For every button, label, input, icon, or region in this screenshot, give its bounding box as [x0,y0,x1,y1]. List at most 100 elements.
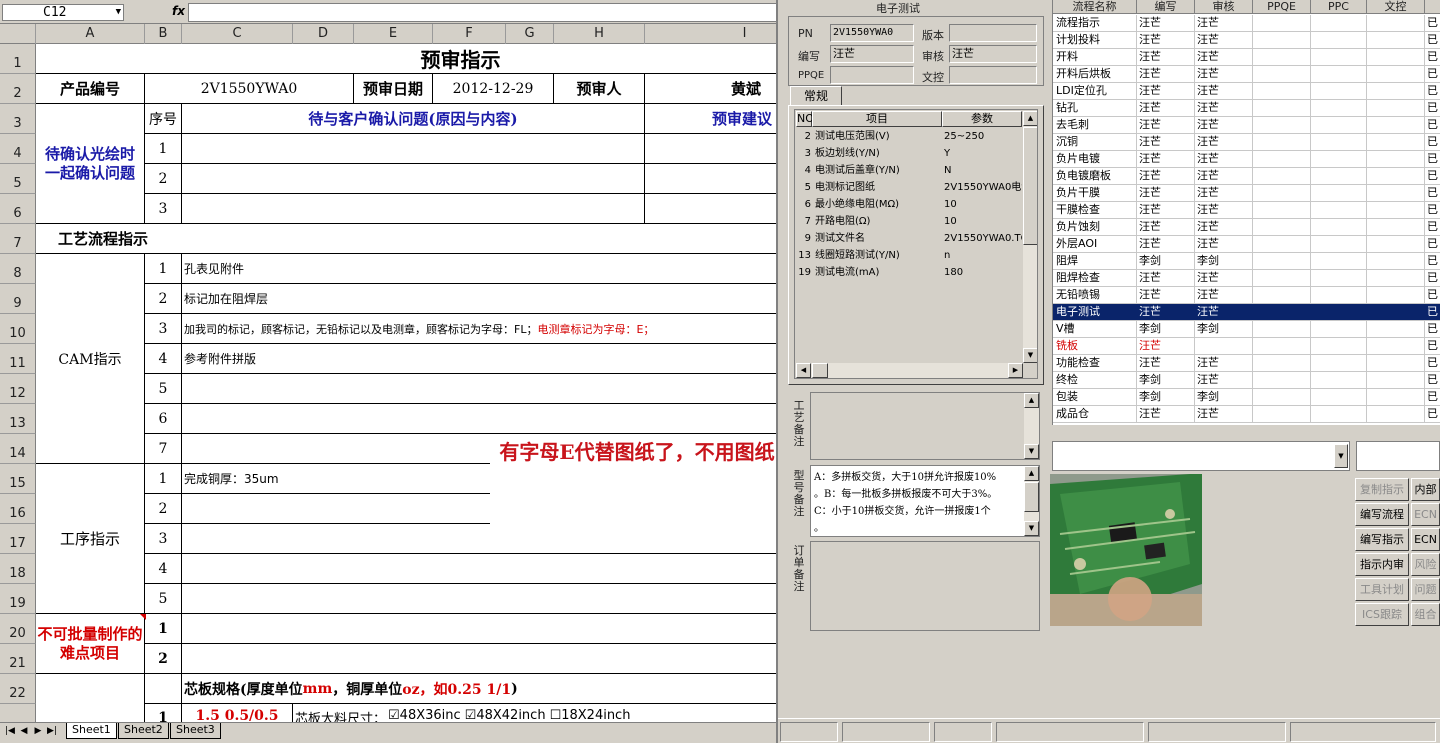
step-item[interactable] [182,584,776,614]
scroll-up-icon[interactable]: ▲ [1024,466,1039,481]
row-header[interactable]: 1 [0,44,36,74]
checkbox-checked-icon[interactable]: ☑ [465,708,477,723]
checkbox-checked-icon[interactable]: ☑ [388,708,400,723]
seq-cell[interactable]: 4 [145,554,182,584]
list-item[interactable]: 成品仓 汪芒 汪芒已 [1053,406,1440,423]
row-header[interactable]: 6 [0,194,36,224]
seq-cell[interactable]: 2 [145,494,182,524]
scroll-right-icon[interactable]: ▶ [1008,363,1023,378]
cam-item[interactable] [182,374,776,404]
row-header[interactable]: 9 [0,284,36,314]
param-row[interactable]: 13 线圈短路测试(Y/N) n [795,247,1027,264]
param-row[interactable]: 6 最小绝缘电阻(MΩ) 10 [795,196,1027,213]
list-item[interactable]: 计划投料 汪芒 汪芒已 [1053,32,1440,49]
cam-item[interactable]: 孔表见附件 [182,254,776,284]
row-header[interactable]: 8 [0,254,36,284]
product-no-label[interactable]: 产品编号 [36,74,145,104]
action-button[interactable]: 指示内审 [1355,553,1409,576]
issue-cell[interactable] [182,164,645,194]
action-button[interactable]: 工具计划 [1355,578,1409,601]
select-all-corner[interactable] [0,24,36,44]
list-item[interactable]: 负片蚀刻 汪芒 汪芒已 [1053,219,1440,236]
ppqe-field[interactable] [830,66,914,84]
row-header[interactable]: 12 [0,374,36,404]
row-header[interactable]: 22 [0,674,36,704]
action-button[interactable]: ICS跟踪 [1355,603,1409,626]
col-header-ppqe[interactable]: PPQE [1253,0,1311,14]
seq-header[interactable]: 序号 [145,104,182,134]
author-field[interactable]: 汪芒 [830,45,914,63]
vertical-scrollbar[interactable]: ▲ ▼ [1023,111,1037,363]
action-button[interactable]: 编写流程 [1355,503,1409,526]
customer-issue-header[interactable]: 待与客户确认问题(原因与内容) [182,104,645,134]
row-header[interactable]: 7 [0,224,36,254]
column-header[interactable]: F [433,24,506,44]
step-item[interactable] [182,554,776,584]
list-item[interactable]: 负片电镀 汪芒 汪芒已 [1053,151,1440,168]
list-item[interactable]: 阻焊检查 汪芒 汪芒已 [1053,270,1440,287]
row-header[interactable]: 20 [0,614,36,644]
process-combo[interactable]: ▼ [1052,441,1350,471]
col-param-header[interactable]: 参数 [942,111,1022,127]
issue-cell[interactable] [182,194,645,224]
tab-general[interactable]: 常规 [790,86,842,106]
column-header[interactable]: A [36,24,145,44]
confirm-section-label[interactable]: 待确认光绘时一起确认问题 [36,104,145,224]
seq-cell[interactable]: 2 [145,164,182,194]
list-item[interactable]: 负电镀磨板 汪芒 汪芒已 [1053,168,1440,185]
cam-item[interactable] [182,404,776,434]
seq-cell[interactable]: 3 [145,524,182,554]
row-header[interactable]: 2 [0,74,36,104]
action-button[interactable]: ECN [1411,528,1440,551]
seq-cell[interactable]: 1 [145,704,182,724]
version-field[interactable] [949,24,1037,42]
row-header[interactable]: 4 [0,134,36,164]
core-size-cell[interactable]: 芯板大料尺寸： ☑ 48X36inc ☑ 48X42inch ☐ 18X24inch [293,704,776,724]
list-item[interactable]: 开料后烘板 汪芒 汪芒已 [1053,66,1440,83]
param-row[interactable]: 4 电测试后盖章(Y/N) N [795,162,1027,179]
list-item[interactable]: 无铅喷锡 汪芒 汪芒已 [1053,287,1440,304]
row-header[interactable]: 21 [0,644,36,674]
list-item[interactable]: 沉铜 汪芒 汪芒已 [1053,134,1440,151]
row-header[interactable]: 13 [0,404,36,434]
cam-item[interactable]: 加我司的标记，顾客标记，无铅标记以及电测章，顾客标记为字母：FL； 电测章标记为字… [182,314,776,344]
list-item[interactable]: 外层AOI 汪芒 汪芒已 [1053,236,1440,253]
scroll-down-icon[interactable]: ▼ [1024,444,1039,459]
list-item[interactable]: 负片干膜 汪芒 汪芒已 [1053,185,1440,202]
column-header[interactable]: G [506,24,554,44]
list-item[interactable]: 去毛刺 汪芒 汪芒已 [1053,117,1440,134]
suggest-cell[interactable] [645,194,776,224]
action-button[interactable]: 编写指示 [1355,528,1409,551]
sheet-title[interactable]: 预审指示 [36,44,776,74]
list-item[interactable]: LDI定位孔 汪芒 汪芒已 [1053,83,1440,100]
reviewer-value[interactable]: 黄斌 [645,74,776,104]
process-label[interactable]: 工艺流程指示 [36,224,776,254]
scroll-down-icon[interactable]: ▼ [1023,348,1037,363]
floating-note[interactable]: 有字母E代替图纸了，不用图纸 [490,436,776,542]
row-header[interactable]: 15 [0,464,36,494]
cam-item[interactable]: 参考附件拼版 [182,344,776,374]
seq-cell[interactable]: 3 [145,194,182,224]
reviewer-label[interactable]: 预审人 [554,74,645,104]
control-field[interactable] [949,66,1037,84]
fx-icon[interactable]: fx [172,4,185,18]
list-item[interactable]: 包装 李剑 李剑已 [1053,389,1440,406]
seq-cell[interactable]: 2 [145,644,182,674]
memo-model[interactable]: A：多拼板交货，大于10拼允许报废10% 。B：每一批板多拼板报废不可大于3%。… [810,465,1040,537]
column-header[interactable]: B [145,24,182,44]
param-row[interactable]: 7 开路电阻(Ω) 10 [795,213,1027,230]
vertical-scrollbar[interactable]: ▲ ▼ [1024,393,1039,459]
review-date-value[interactable]: 2012-12-29 [433,74,554,104]
action-button[interactable]: ECN [1411,503,1440,526]
row-header[interactable]: 19 [0,584,36,614]
secondary-combo[interactable] [1356,441,1440,471]
scroll-down-icon[interactable]: ▼ [1024,521,1039,536]
seq-cell[interactable]: 7 [145,434,182,464]
seq-cell[interactable]: 6 [145,404,182,434]
seq-cell[interactable]: 5 [145,584,182,614]
comment-indicator[interactable] [140,614,146,620]
col-no-header[interactable]: NO [796,111,814,127]
tab-sheet2[interactable]: Sheet2 [118,723,169,739]
column-header[interactable]: D [293,24,354,44]
list-item[interactable]: 干膜检查 汪芒 汪芒已 [1053,202,1440,219]
